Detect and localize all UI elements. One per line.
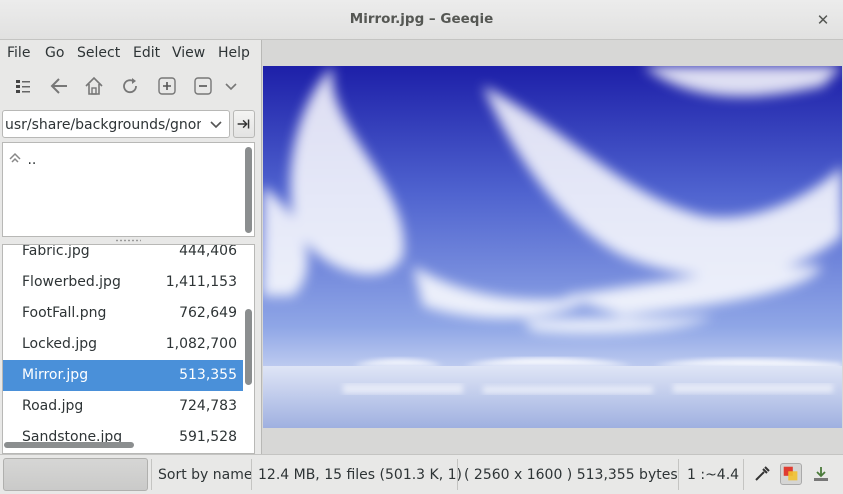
file-size: 1,082,700 <box>165 336 237 352</box>
path-combo[interactable]: usr/share/backgrounds/gnome <box>2 110 230 138</box>
close-icon: ✕ <box>816 11 830 29</box>
back-icon[interactable] <box>48 75 70 97</box>
title-bar: Mirror.jpg – Geeqie ✕ <box>0 0 843 40</box>
file-row[interactable]: Sandstone.jpg 591,528 <box>3 422 243 453</box>
file-size: 513,355 <box>179 367 237 383</box>
parent-directory-label: .. <box>27 152 37 168</box>
dropdown-icon[interactable] <box>220 75 237 97</box>
sort-button[interactable]: Sort by name <box>158 467 252 483</box>
status-divider <box>151 459 152 490</box>
file-size: 591,528 <box>179 429 237 445</box>
write-metadata-icon[interactable] <box>810 463 832 485</box>
go-to-path-button[interactable] <box>233 110 255 138</box>
window-title: Mirror.jpg – Geeqie <box>349 11 494 27</box>
file-name: Locked.jpg <box>22 336 98 352</box>
menu-help[interactable]: Help <box>218 45 250 61</box>
file-size: 1,411,153 <box>165 274 237 290</box>
file-list-scrollbar[interactable] <box>245 309 252 385</box>
close-button[interactable]: ✕ <box>813 10 833 30</box>
color-profile-icon[interactable] <box>780 463 802 485</box>
file-list: Fabric.jpg 444,406 Flowerbed.jpg 1,411,1… <box>2 244 255 454</box>
file-size: 724,783 <box>179 398 237 414</box>
file-name: Flowerbed.jpg <box>22 274 121 290</box>
image-display <box>263 66 842 428</box>
image-viewer[interactable] <box>261 40 843 454</box>
left-panel: File Go Select Edit View Help usr/share/… <box>0 40 261 454</box>
file-summary: 12.4 MB, 15 files (501.3 K, 1) <box>258 467 462 483</box>
home-icon[interactable] <box>83 75 105 97</box>
up-folder-icon <box>9 152 21 163</box>
enter-arrow-icon <box>237 119 250 129</box>
zoom-in-icon[interactable] <box>156 75 178 97</box>
parent-directory-item[interactable]: .. <box>7 151 36 168</box>
file-row[interactable]: Road.jpg 724,783 <box>3 391 243 422</box>
file-name: Fabric.jpg <box>22 244 90 259</box>
status-divider <box>678 459 679 490</box>
thumbnails-icon[interactable] <box>12 75 34 97</box>
file-name: Road.jpg <box>22 398 84 414</box>
file-name: Mirror.jpg <box>22 367 89 383</box>
chevron-down-icon[interactable] <box>209 116 223 132</box>
directory-list: .. <box>2 142 255 237</box>
file-size: 762,649 <box>179 305 237 321</box>
file-row[interactable]: Fabric.jpg 444,406 <box>3 244 243 267</box>
menu-select[interactable]: Select <box>77 45 120 61</box>
path-input[interactable]: usr/share/backgrounds/gnome <box>5 117 201 133</box>
menu-bar: File Go Select Edit View Help <box>0 40 261 66</box>
file-name: FootFall.png <box>22 305 107 321</box>
refresh-icon[interactable] <box>119 75 141 97</box>
color-picker-icon[interactable] <box>751 463 773 485</box>
sky-photo <box>263 66 842 428</box>
progress-bar <box>3 458 148 491</box>
menu-view[interactable]: View <box>172 45 205 61</box>
file-row[interactable]: Flowerbed.jpg 1,411,153 <box>3 267 243 298</box>
status-bar: Sort by name 12.4 MB, 15 files (501.3 K,… <box>0 454 843 494</box>
zoom-out-icon[interactable] <box>192 75 214 97</box>
horizontal-scrollbar[interactable] <box>4 442 134 448</box>
zoom-level: 1 :~4.4 <box>687 467 740 483</box>
directory-scrollbar[interactable] <box>245 147 252 233</box>
menu-go[interactable]: Go <box>45 45 64 61</box>
menu-file[interactable]: File <box>7 45 30 61</box>
file-row-selected[interactable]: Mirror.jpg 513,355 <box>3 360 243 391</box>
file-row[interactable]: FootFall.png 762,649 <box>3 298 243 329</box>
status-divider <box>457 459 458 490</box>
status-divider <box>743 459 744 490</box>
pane-resize-handle[interactable] <box>115 239 141 242</box>
image-info: ( 2560 x 1600 ) 513,355 bytes <box>464 467 678 483</box>
status-divider <box>251 459 252 490</box>
menu-edit[interactable]: Edit <box>133 45 160 61</box>
file-row[interactable]: Locked.jpg 1,082,700 <box>3 329 243 360</box>
toolbar <box>0 67 261 107</box>
file-size: 444,406 <box>179 244 237 259</box>
